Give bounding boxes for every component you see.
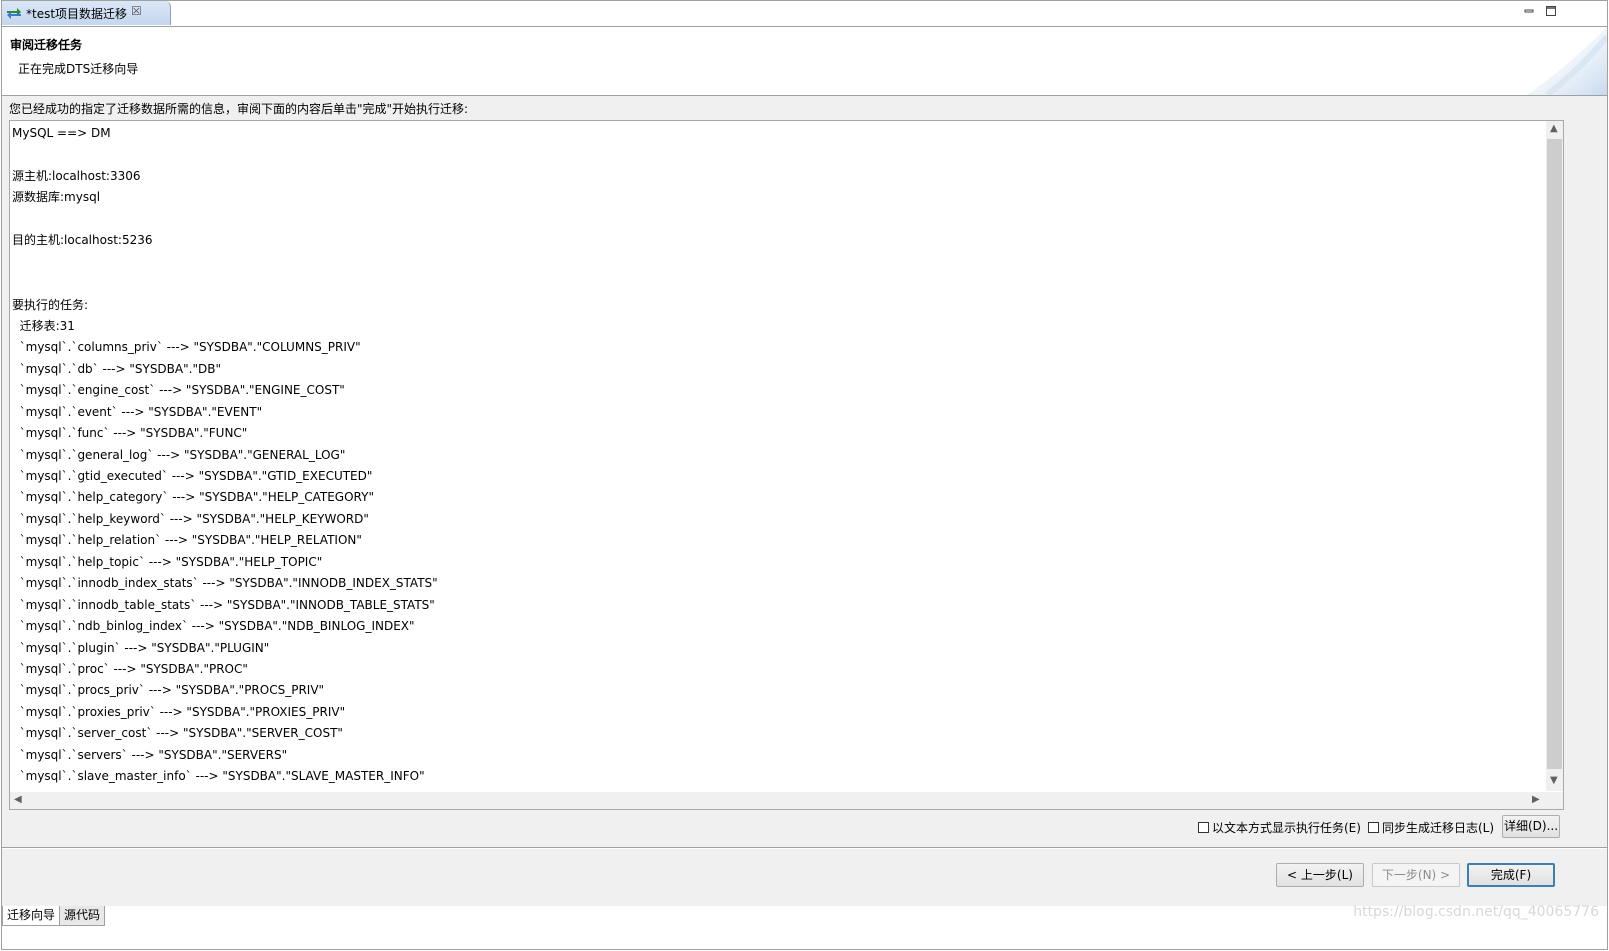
tab-title: *test项目数据迁移 bbox=[26, 7, 128, 21]
summary-text-area[interactable]: MySQL ==> DM 源主机:localhost:3306 源数据库:mysql… bbox=[9, 120, 1564, 810]
sync-log-option[interactable]: 同步生成迁移日志(L) bbox=[1368, 819, 1494, 836]
summary-line: `mysql`.`innodb_table_stats` ---> "SYSDB… bbox=[12, 597, 435, 612]
summary-line: `mysql`.`proxies_priv` ---> "SYSDBA"."PR… bbox=[12, 704, 346, 719]
scroll-up-icon[interactable]: ▲ bbox=[1550, 123, 1558, 134]
summary-line: `mysql`.`general_log` ---> "SYSDBA"."GEN… bbox=[12, 447, 346, 462]
summary-line bbox=[12, 252, 1542, 273]
summary-line: `mysql`.`servers` ---> "SYSDBA"."SERVERS… bbox=[12, 747, 288, 762]
tab-source-code[interactable]: 源代码 bbox=[59, 906, 106, 926]
summary-line: `mysql`.`columns_priv` ---> "SYSDBA"."CO… bbox=[12, 340, 361, 355]
wizard-body: 您已经成功的指定了迁移数据所需的信息，审阅下面的内容后单击"完成"开始执行迁移:… bbox=[2, 96, 1607, 906]
summary-line bbox=[12, 273, 1542, 294]
summary-line bbox=[12, 144, 1542, 165]
maximize-icon[interactable] bbox=[1545, 5, 1557, 17]
summary-line: 迁移表:31 bbox=[12, 318, 75, 333]
summary-line: `mysql`.`help_category` ---> "SYSDBA"."H… bbox=[12, 490, 374, 505]
details-button[interactable]: 详细(D)... bbox=[1502, 815, 1560, 838]
summary-line: `mysql`.`innodb_index_stats` ---> "SYSDB… bbox=[12, 576, 438, 591]
scroll-left-icon[interactable]: ◀ bbox=[14, 794, 22, 805]
page-subtitle: 正在完成DTS迁移向导 bbox=[18, 62, 139, 76]
back-button[interactable]: < 上一步(L) bbox=[1276, 863, 1364, 887]
scroll-right-icon[interactable]: ▶ bbox=[1532, 794, 1540, 805]
editor-window: *test项目数据迁移 ☒ 审阅迁移任务 正在完成DTS迁移向导 您已经成功的指… bbox=[1, 0, 1608, 950]
summary-line: `mysql`.`ndb_binlog_index` ---> "SYSDBA"… bbox=[12, 619, 415, 634]
show-as-text-label: 以文本方式显示执行任务(E) bbox=[1212, 821, 1361, 835]
vertical-scroll-thumb[interactable] bbox=[1547, 139, 1562, 769]
summary-line: `mysql`.`plugin` ---> "SYSDBA"."PLUGIN" bbox=[12, 640, 270, 655]
show-as-text-checkbox[interactable] bbox=[1198, 822, 1209, 833]
watermark-text: https://blog.csdn.net/qq_40065776 bbox=[1353, 904, 1599, 920]
summary-content: MySQL ==> DM 源主机:localhost:3306 源数据库:mysql… bbox=[12, 123, 1542, 789]
summary-line: 目的主机:localhost:5236 bbox=[12, 233, 153, 248]
finish-button[interactable]: 完成(F) bbox=[1467, 863, 1555, 887]
summary-line bbox=[12, 209, 1542, 230]
summary-line: `mysql`.`event` ---> "SYSDBA"."EVENT" bbox=[12, 404, 263, 419]
summary-line: `mysql`.`gtid_executed` ---> "SYSDBA"."G… bbox=[12, 469, 373, 483]
wizard-header: 审阅迁移任务 正在完成DTS迁移向导 bbox=[2, 27, 1607, 96]
banner-decoration bbox=[1527, 27, 1607, 95]
summary-line: `mysql`.`help_relation` ---> "SYSDBA"."H… bbox=[12, 533, 362, 548]
summary-line: 源主机:localhost:3306 bbox=[12, 168, 141, 183]
summary-line: 源数据库:mysql bbox=[12, 190, 101, 205]
summary-line: `mysql`.`engine_cost` ---> "SYSDBA"."ENG… bbox=[12, 383, 345, 398]
next-button[interactable]: 下一步(N) > bbox=[1372, 863, 1460, 887]
summary-line: `mysql`.`slave_master_info` ---> "SYSDBA… bbox=[12, 769, 425, 784]
page-title: 审阅迁移任务 bbox=[10, 38, 83, 52]
separator-highlight bbox=[2, 848, 1607, 849]
show-as-text-option[interactable]: 以文本方式显示执行任务(E) bbox=[1198, 819, 1361, 836]
summary-line: `mysql`.`proc` ---> "SYSDBA"."PROC" bbox=[12, 661, 248, 676]
sync-log-label: 同步生成迁移日志(L) bbox=[1382, 821, 1495, 835]
summary-line: `mysql`.`help_keyword` ---> "SYSDBA"."HE… bbox=[12, 511, 369, 526]
summary-line: MySQL ==> DM bbox=[12, 126, 111, 140]
scroll-corner bbox=[1546, 792, 1563, 809]
editor-tab-bar: *test项目数据迁移 ☒ bbox=[2, 1, 1607, 27]
tab-migration-wizard[interactable]: 迁移向导 bbox=[2, 906, 61, 926]
summary-line: `mysql`.`help_topic` ---> "SYSDBA"."HELP… bbox=[12, 554, 323, 569]
minimize-icon[interactable] bbox=[1523, 5, 1535, 17]
summary-line: 要执行的任务: bbox=[12, 297, 89, 312]
vertical-scrollbar[interactable]: ▲ ▼ bbox=[1546, 121, 1563, 791]
horizontal-scrollbar[interactable]: ◀ ▶ bbox=[10, 792, 1546, 809]
migration-arrows-icon bbox=[7, 8, 21, 19]
summary-line: `mysql`.`procs_priv` ---> "SYSDBA"."PROC… bbox=[12, 683, 325, 698]
instruction-text: 您已经成功的指定了迁移数据所需的信息，审阅下面的内容后单击"完成"开始执行迁移: bbox=[9, 102, 469, 116]
summary-line: `mysql`.`server_cost` ---> "SYSDBA"."SER… bbox=[12, 726, 343, 741]
scroll-down-icon[interactable]: ▼ bbox=[1550, 775, 1558, 786]
editor-tab[interactable]: *test项目数据迁移 ☒ bbox=[2, 1, 171, 25]
sync-log-checkbox[interactable] bbox=[1368, 822, 1379, 833]
summary-line: `mysql`.`func` ---> "SYSDBA"."FUNC" bbox=[12, 426, 248, 441]
summary-line: `mysql`.`db` ---> "SYSDBA"."DB" bbox=[12, 361, 221, 376]
close-icon[interactable]: ☒ bbox=[131, 4, 142, 18]
